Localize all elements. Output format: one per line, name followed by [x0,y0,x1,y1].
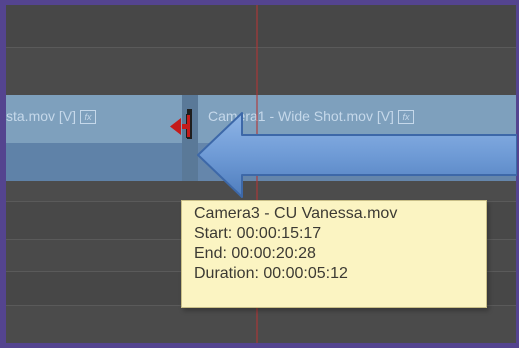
video-clip-left[interactable]: sta.mov [V] fx [6,95,182,143]
tooltip-clip-name: Camera3 - CU Vanessa.mov [194,205,398,222]
track-divider [6,47,516,48]
clip-info-tooltip: Camera3 - CU Vanessa.mov Start: 00:00:15… [181,200,487,308]
left-arrow-icon [197,112,517,198]
tooltip-end: End: 00:00:20:28 [194,245,316,262]
clip-name: sta.mov [V] [6,108,77,124]
track-row [6,47,516,95]
tooltip-duration: Duration: 00:00:05:12 [194,265,348,282]
clip-label: sta.mov [V] fx [6,105,97,127]
video-clip-left-body[interactable] [6,143,182,181]
fx-icon[interactable]: fx [80,110,97,124]
tooltip-start: Start: 00:00:15:17 [194,225,322,242]
track-row [6,5,516,47]
track-row [6,305,516,343]
